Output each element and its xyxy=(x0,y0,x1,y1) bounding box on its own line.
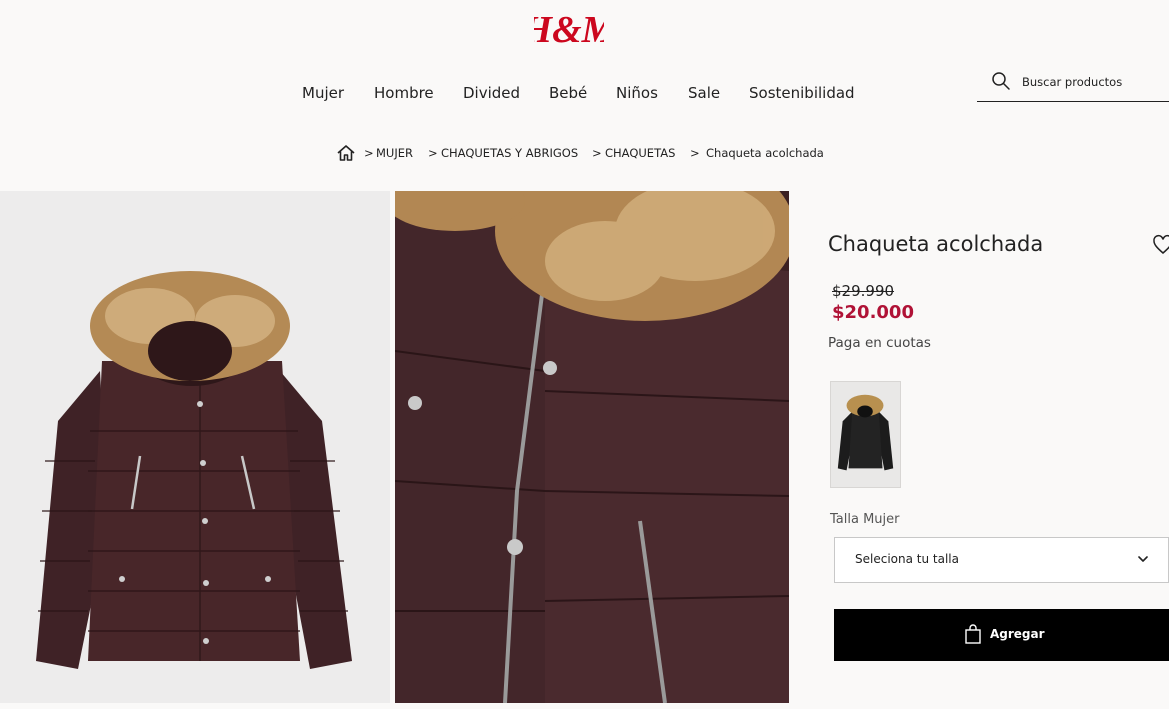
price-original: $29.990 xyxy=(832,282,895,300)
size-label: Talla Mujer xyxy=(830,512,900,527)
nav-item-mujer[interactable]: Mujer xyxy=(302,84,344,102)
search-bar xyxy=(977,66,1169,102)
price-sale: $20.000 xyxy=(832,302,914,323)
hm-logo[interactable]: H&M xyxy=(522,6,617,51)
nav-item-hombre[interactable]: Hombre xyxy=(374,84,434,102)
color-swatch[interactable] xyxy=(830,381,901,488)
home-icon[interactable] xyxy=(336,144,356,162)
nav-item-divided[interactable]: Divided xyxy=(463,84,520,102)
hm-logo-mark: H&M xyxy=(522,9,617,51)
add-to-bag-button[interactable]: Agregar xyxy=(834,609,1169,661)
nav-item-sale[interactable]: Sale xyxy=(688,84,720,102)
breadcrumb: > MUJER > CHAQUETAS Y ABRIGOS > CHAQUETA… xyxy=(0,144,1169,164)
installments-text: Paga en cuotas xyxy=(828,335,931,351)
breadcrumb-item-mujer[interactable]: MUJER xyxy=(376,146,413,160)
jacket-front-image xyxy=(0,191,390,703)
search-icon[interactable] xyxy=(991,71,1011,91)
nav-item-bebe[interactable]: Bebé xyxy=(549,84,587,102)
product-image-detail[interactable] xyxy=(395,191,789,703)
breadcrumb-item-chaquetas-y-abrigos[interactable]: CHAQUETAS Y ABRIGOS xyxy=(441,146,578,160)
swatch-black-jacket-image xyxy=(831,382,900,487)
breadcrumb-item-chaquetas[interactable]: CHAQUETAS xyxy=(605,146,675,160)
chevron-down-icon xyxy=(1138,556,1148,562)
size-select[interactable]: Seleciona tu talla xyxy=(834,537,1169,583)
search-input[interactable] xyxy=(1022,72,1162,92)
heart-icon[interactable] xyxy=(1152,234,1169,256)
breadcrumb-item-current: Chaqueta acolchada xyxy=(706,146,824,160)
breadcrumb-separator: > xyxy=(690,146,700,160)
svg-text:H&M: H&M xyxy=(534,9,604,50)
nav-item-sostenibilidad[interactable]: Sostenibilidad xyxy=(749,84,855,102)
size-select-text: Seleciona tu talla xyxy=(855,552,959,566)
breadcrumb-separator: > xyxy=(428,146,438,160)
breadcrumb-separator: > xyxy=(364,146,374,160)
product-image-main[interactable] xyxy=(0,191,390,703)
shopping-bag-icon xyxy=(965,624,981,644)
product-title: Chaqueta acolchada xyxy=(828,232,1044,256)
breadcrumb-separator: > xyxy=(592,146,602,160)
add-to-bag-label: Agregar xyxy=(990,627,1045,641)
nav-item-ninos[interactable]: Niños xyxy=(616,84,658,102)
jacket-detail-image xyxy=(395,191,789,703)
